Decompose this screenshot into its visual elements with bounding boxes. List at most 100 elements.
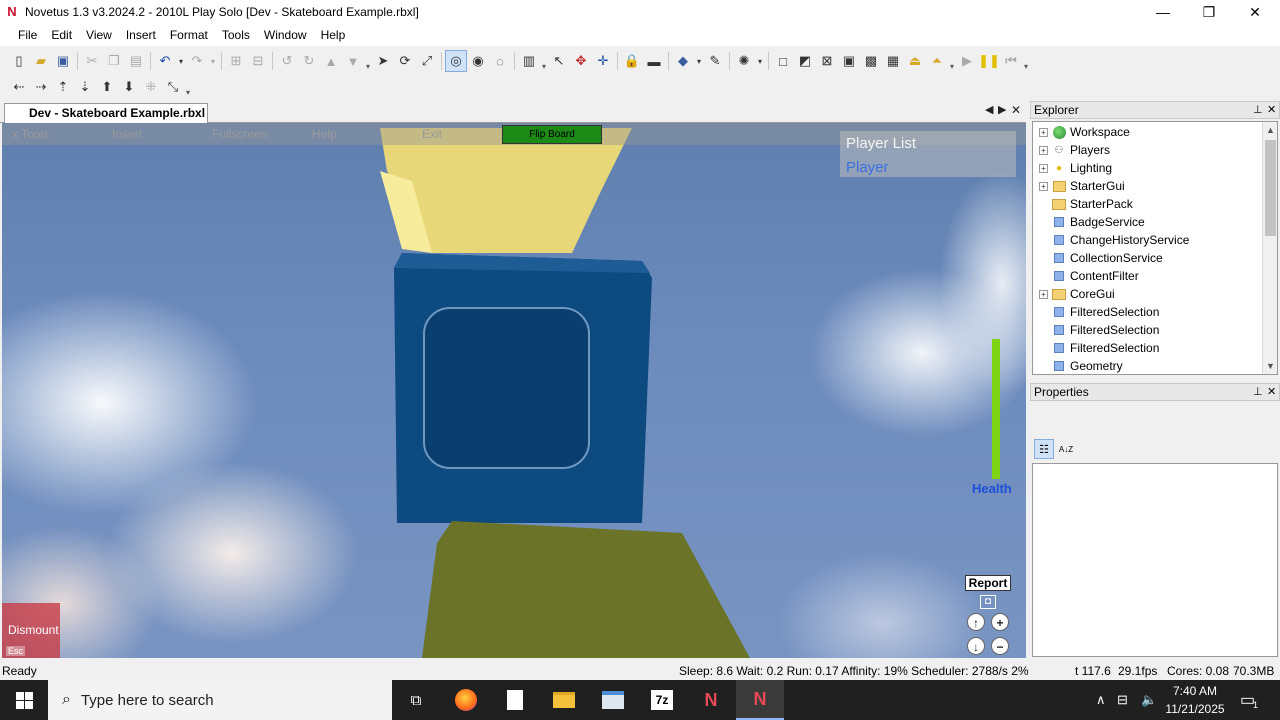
insert-corner-icon[interactable]: ⊠ xyxy=(816,50,838,72)
insert-part-icon[interactable]: □ xyxy=(772,50,794,72)
open-folder-icon[interactable]: ▰ xyxy=(30,50,52,72)
move-down-icon[interactable]: ▼ xyxy=(342,50,364,72)
move-right-icon[interactable]: ⇢ xyxy=(30,76,52,98)
menu-edit[interactable]: Edit xyxy=(44,24,79,46)
camera-zoom-icon[interactable]: ◌ xyxy=(489,50,511,72)
game-viewport[interactable]: x Tools Insert Fullscreen Help Exit Flip… xyxy=(2,123,1026,658)
reset-icon[interactable]: ⏮ xyxy=(1000,50,1022,72)
rotate-left-icon[interactable]: ↺ xyxy=(276,50,298,72)
move-up-arrow-icon[interactable]: ⬆ xyxy=(96,76,118,98)
dismount-button[interactable]: Dismount Esc xyxy=(2,603,60,658)
menu-window[interactable]: Window xyxy=(257,24,314,46)
fit-icon[interactable]: ⤡ xyxy=(162,76,184,98)
network-icon[interactable]: ⊟ xyxy=(1117,680,1128,720)
move-back-icon[interactable]: ⇣ xyxy=(74,76,96,98)
file-explorer-icon[interactable] xyxy=(540,680,588,720)
resize-tool-icon[interactable]: ⤢ xyxy=(416,50,438,72)
close-panel-icon[interactable]: ✕ xyxy=(1267,384,1276,400)
tab-scroll-right-icon[interactable]: ▶ xyxy=(998,103,1006,116)
toolbar-overflow-icon[interactable]: ▾ xyxy=(184,77,192,97)
menu-help[interactable]: Help xyxy=(314,24,353,46)
minimize-button[interactable]: — xyxy=(1140,0,1186,24)
explorer-item[interactable]: + Workspace xyxy=(1039,123,1130,141)
screenshot-camera-icon[interactable]: ◘ xyxy=(980,595,996,609)
expand-icon[interactable]: + xyxy=(1039,127,1048,137)
toolbar-overflow-icon[interactable]: ▾ xyxy=(540,51,548,71)
undo-dropdown-icon[interactable]: ▾ xyxy=(176,50,186,72)
ingame-help-button[interactable]: Help xyxy=(312,127,337,141)
redo-dropdown-icon[interactable]: ▾ xyxy=(208,50,218,72)
expand-icon[interactable]: + xyxy=(1039,145,1048,155)
categorized-icon[interactable]: ☷ xyxy=(1034,439,1054,459)
zoom-in-icon[interactable]: + xyxy=(991,613,1009,631)
start-button[interactable] xyxy=(0,680,48,720)
material-brush-icon[interactable]: ✎ xyxy=(704,50,726,72)
ingame-insert-button[interactable]: Insert xyxy=(112,127,142,141)
scroll-up-icon[interactable]: ▲ xyxy=(1263,122,1277,138)
paint-bucket-icon[interactable]: ◆ xyxy=(672,50,694,72)
spawn-tool-icon[interactable]: ⏶ xyxy=(926,50,948,72)
expand-icon[interactable]: + xyxy=(1039,181,1048,191)
surface-icon[interactable]: ✺ xyxy=(733,50,755,72)
maximize-button[interactable]: ❐ xyxy=(1186,0,1232,24)
ingame-exit-button[interactable]: Exit xyxy=(422,127,442,141)
sort-alphabetical-icon[interactable]: A↓Z xyxy=(1056,439,1076,459)
pause-icon[interactable]: ❚❚ xyxy=(978,50,1000,72)
zoom-out-icon[interactable]: − xyxy=(991,637,1009,655)
cut-icon[interactable]: ✂ xyxy=(81,50,103,72)
explorer-item[interactable]: + StarterGui xyxy=(1039,177,1125,195)
paste-icon[interactable]: ▤ xyxy=(125,50,147,72)
expand-icon[interactable]: + xyxy=(1039,163,1048,173)
drag-tool-icon[interactable]: ✛ xyxy=(592,50,614,72)
menu-tools[interactable]: Tools xyxy=(215,24,257,46)
ungroup-icon[interactable]: ⊟ xyxy=(247,50,269,72)
save-icon[interactable]: ▣ xyxy=(52,50,74,72)
explorer-item[interactable]: CollectionService xyxy=(1039,249,1163,267)
explorer-item[interactable]: FilteredSelection xyxy=(1039,303,1159,321)
copy-icon[interactable]: ❐ xyxy=(103,50,125,72)
paint-dropdown-icon[interactable]: ▾ xyxy=(694,50,704,72)
expand-icon[interactable]: + xyxy=(1039,289,1048,299)
close-panel-icon[interactable]: ✕ xyxy=(1267,102,1276,118)
insert-cylinder-icon[interactable]: ▣ xyxy=(838,50,860,72)
taskbar-clock[interactable]: 7:40 AM 11/21/2025 xyxy=(1160,682,1230,718)
pointer-icon[interactable]: ↖ xyxy=(548,50,570,72)
notepad-icon[interactable] xyxy=(589,680,637,720)
player-list-entry[interactable]: Player xyxy=(846,159,889,176)
explorer-item[interactable]: + ● Lighting xyxy=(1039,159,1112,177)
insert-truss-icon[interactable]: ▩ xyxy=(860,50,882,72)
rotate-right-icon[interactable]: ↻ xyxy=(298,50,320,72)
menu-format[interactable]: Format xyxy=(163,24,215,46)
menu-view[interactable]: View xyxy=(79,24,119,46)
layers-icon[interactable]: ▥ xyxy=(518,50,540,72)
move-forward-icon[interactable]: ⇡ xyxy=(52,76,74,98)
explorer-item[interactable]: FilteredSelection xyxy=(1039,321,1159,339)
volume-icon[interactable]: 🔈 xyxy=(1141,680,1157,720)
scroll-down-icon[interactable]: ▼ xyxy=(1263,358,1277,374)
close-document-icon[interactable]: ✕ xyxy=(1011,103,1021,117)
group-icon[interactable]: ⊞ xyxy=(225,50,247,72)
insert-seat-icon[interactable]: ▦ xyxy=(882,50,904,72)
center-icon[interactable]: ⁜ xyxy=(140,76,162,98)
flip-board-button[interactable]: Flip Board xyxy=(502,125,602,144)
ingame-fullscreen-button[interactable]: Fullscreen xyxy=(212,127,267,141)
tray-chevron-icon[interactable]: ∧ xyxy=(1096,680,1106,720)
explorer-item[interactable]: ChangeHistoryService xyxy=(1039,231,1189,249)
surface-dropdown-icon[interactable]: ▾ xyxy=(755,50,765,72)
explorer-item[interactable]: StarterPack xyxy=(1039,195,1133,213)
move-down-arrow-icon[interactable]: ⬇ xyxy=(118,76,140,98)
explorer-scrollbar[interactable]: ▲ ▼ xyxy=(1262,122,1277,374)
move-left-icon[interactable]: ⇠ xyxy=(8,76,30,98)
novetus-icon[interactable]: N xyxy=(687,680,735,720)
camera-up-icon[interactable]: ↑ xyxy=(967,613,985,631)
explorer-item[interactable]: ContentFilter xyxy=(1039,267,1139,285)
7zip-icon[interactable]: 7z xyxy=(638,680,686,720)
explorer-item[interactable]: + CoreGui xyxy=(1039,285,1115,303)
redo-icon[interactable]: ↷ xyxy=(186,50,208,72)
insert-wedge-icon[interactable]: ◩ xyxy=(794,50,816,72)
select-arrow-icon[interactable]: ➤ xyxy=(372,50,394,72)
play-icon[interactable]: ▶ xyxy=(956,50,978,72)
pin-icon[interactable]: ⊥ xyxy=(1253,102,1263,118)
task-view-icon[interactable]: ⧉ xyxy=(392,680,440,720)
tab-scroll-left-icon[interactable]: ◀ xyxy=(985,103,993,116)
